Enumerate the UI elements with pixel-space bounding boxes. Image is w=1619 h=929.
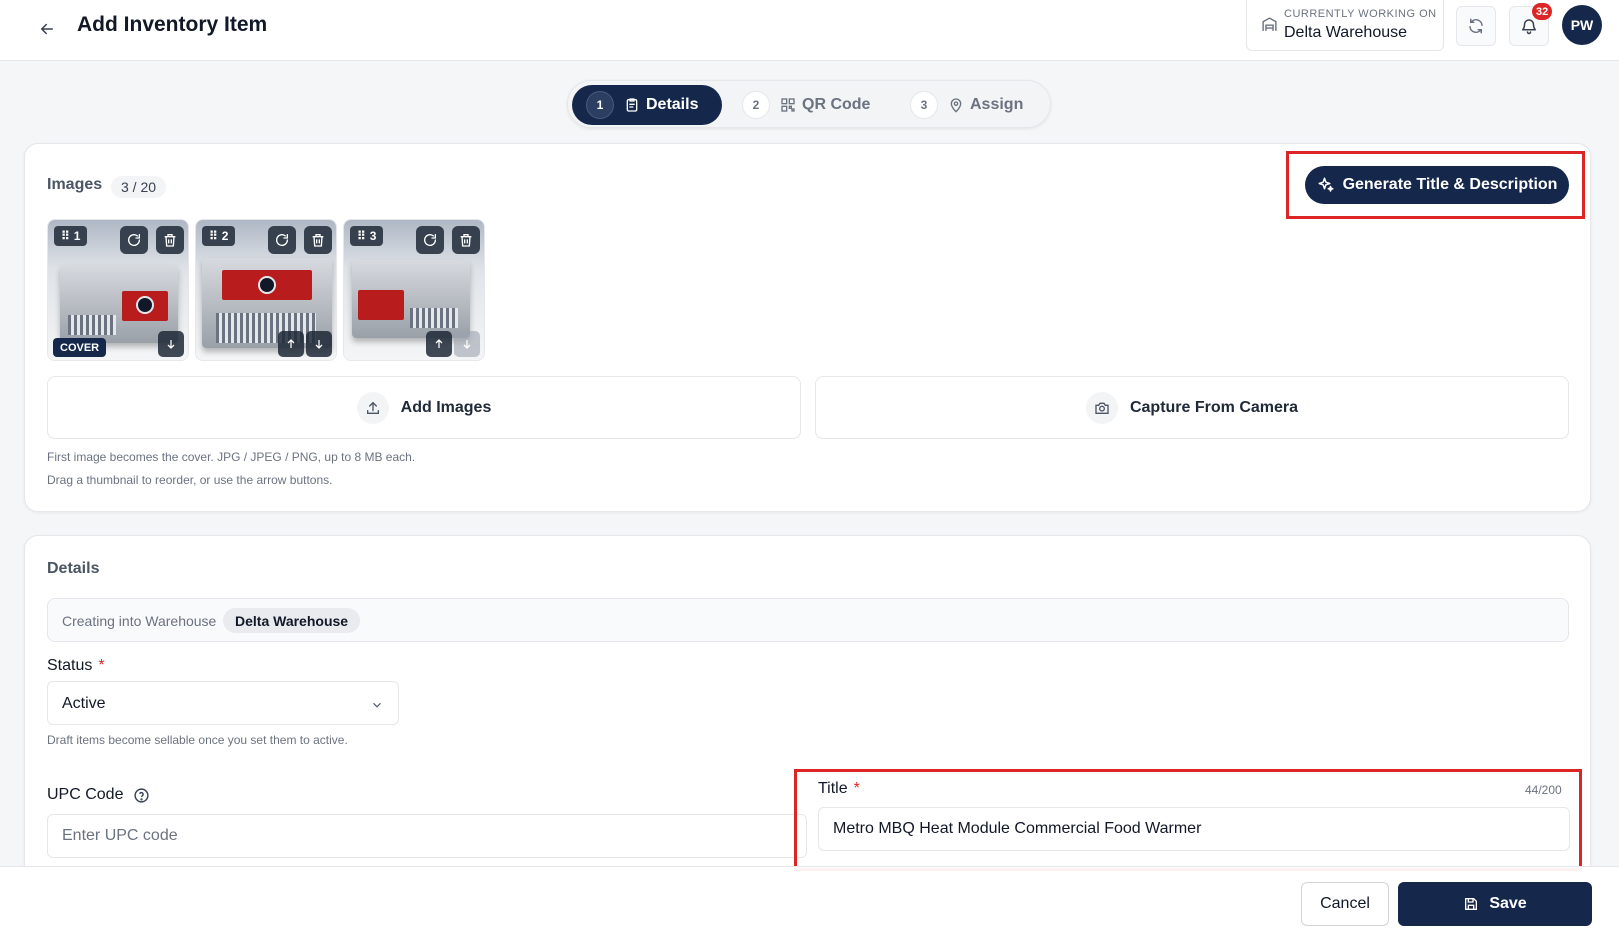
product-photo	[352, 260, 470, 338]
arrow-left-icon	[40, 23, 53, 35]
upload-icon	[356, 391, 389, 424]
step-number: 3	[910, 91, 938, 119]
current-warehouse-box[interactable]: CURRENTLY WORKING ON Delta Warehouse	[1246, 0, 1444, 51]
rotate-image-button[interactable]	[416, 226, 444, 254]
refresh-button[interactable]	[1456, 6, 1496, 46]
cover-badge: COVER	[53, 338, 107, 357]
warehouse-chip: Delta Warehouse	[223, 608, 361, 633]
warehouse-banner: Creating into Warehouse Delta Warehouse	[47, 598, 1569, 642]
clipboard-icon	[624, 97, 640, 113]
rotate-image-button[interactable]	[120, 226, 148, 254]
image-help-text: First image becomes the cover. JPG / JPE…	[47, 450, 416, 464]
step-number: 2	[742, 91, 770, 119]
step-qr-code[interactable]: 2 QR Code	[742, 85, 892, 125]
step-label: Details	[646, 96, 699, 113]
map-pin-icon	[948, 97, 964, 113]
top-bar: Add Inventory Item CURRENTLY WORKING ON …	[0, 0, 1619, 61]
arrow-down-icon	[167, 340, 175, 349]
rotate-image-button[interactable]	[268, 226, 296, 254]
step-number: 1	[586, 91, 614, 119]
thumbnail-index: 1	[73, 229, 81, 243]
arrow-up-icon	[287, 339, 295, 348]
required-asterisk: *	[853, 780, 860, 797]
image-count-pill: 3 / 20	[111, 176, 167, 198]
images-section-title: Images	[47, 176, 103, 193]
rotate-icon	[424, 234, 437, 246]
save-label: Save	[1489, 895, 1527, 912]
trash-icon	[460, 234, 472, 247]
bell-icon	[1521, 19, 1537, 35]
title-input[interactable]	[818, 807, 1570, 851]
save-icon	[1465, 898, 1478, 910]
title-char-count: 44/200	[1525, 783, 1562, 797]
delete-image-button[interactable]	[156, 226, 184, 254]
arrow-down-icon	[315, 340, 323, 349]
current-warehouse-name: Delta Warehouse	[1284, 24, 1408, 41]
form-footer: Cancel Save	[0, 866, 1619, 929]
page-title: Add Inventory Item	[77, 13, 268, 36]
rotate-icon	[276, 234, 289, 246]
move-down-button	[454, 331, 480, 357]
capture-from-camera-button[interactable]: Capture From Camera	[815, 376, 1569, 439]
add-images-label: Add Images	[400, 398, 492, 416]
grip-icon: ⠿	[209, 229, 218, 243]
generate-title-description-button[interactable]: Generate Title & Description	[1305, 166, 1569, 204]
trash-icon	[164, 234, 176, 247]
warehouse-prefix: Creating into Warehouse	[62, 613, 217, 629]
step-label: Assign	[970, 96, 1024, 113]
arrow-down-icon	[463, 340, 471, 349]
notification-badge: 32	[1532, 3, 1553, 20]
sparkles-icon	[1318, 177, 1334, 192]
drag-handle[interactable]: ⠿ 2	[202, 226, 236, 246]
status-label: Status *	[47, 657, 105, 674]
title-label: Title *	[818, 780, 860, 797]
delete-image-button[interactable]	[304, 226, 332, 254]
move-up-button[interactable]	[278, 331, 304, 357]
drag-handle[interactable]: ⠿ 3	[350, 226, 384, 246]
image-reorder-help-text: Drag a thumbnail to reorder, or use the …	[47, 473, 333, 487]
delete-image-button[interactable]	[452, 226, 480, 254]
step-details[interactable]: 1 Details	[572, 85, 722, 125]
upc-label: UPC Code	[47, 786, 150, 804]
drag-handle[interactable]: ⠿ 1	[54, 226, 88, 246]
working-on-caption: CURRENTLY WORKING ON	[1284, 8, 1437, 20]
required-asterisk: *	[98, 657, 105, 674]
status-value: Active	[62, 695, 106, 712]
move-down-button[interactable]	[158, 331, 184, 357]
qr-code-icon	[780, 97, 796, 113]
back-button[interactable]	[30, 12, 64, 46]
move-down-button[interactable]	[306, 331, 332, 357]
camera-icon	[1085, 391, 1118, 424]
trash-icon	[312, 234, 324, 247]
user-avatar[interactable]: PW	[1562, 5, 1602, 45]
thumbnail-index: 2	[221, 229, 229, 243]
wizard-stepper: 1 Details 2 QR Code 3 Assign	[567, 80, 1051, 128]
image-thumbnail[interactable]: ⠿ 1 COVER	[47, 219, 189, 361]
save-button[interactable]: Save	[1398, 882, 1592, 926]
capture-label: Capture From Camera	[1129, 398, 1299, 416]
step-label: QR Code	[802, 96, 871, 113]
thumbnail-index: 3	[369, 229, 377, 243]
image-thumbnail[interactable]: ⠿ 3	[343, 219, 485, 361]
move-up-button[interactable]	[426, 331, 452, 357]
arrow-up-icon	[435, 339, 443, 348]
upc-input[interactable]	[47, 814, 807, 858]
step-assign[interactable]: 3 Assign	[910, 85, 1050, 125]
grip-icon: ⠿	[61, 229, 70, 243]
status-help-text: Draft items become sellable once you set…	[47, 733, 348, 747]
details-section-title: Details	[47, 560, 100, 577]
image-thumbnail[interactable]: ⠿ 2	[195, 219, 337, 361]
images-card: Images 3 / 20 Generate Title & Descripti…	[24, 143, 1591, 512]
cancel-button[interactable]: Cancel	[1301, 882, 1389, 926]
warehouse-icon	[1261, 16, 1278, 38]
add-images-button[interactable]: Add Images	[47, 376, 801, 439]
rotate-icon	[128, 234, 141, 246]
refresh-icon	[1469, 18, 1483, 34]
help-circle-icon[interactable]	[133, 787, 150, 804]
chevron-down-icon	[370, 698, 384, 717]
generate-button-label: Generate Title & Description	[1342, 176, 1558, 193]
grip-icon: ⠿	[357, 229, 366, 243]
status-select[interactable]: Active	[47, 681, 399, 725]
